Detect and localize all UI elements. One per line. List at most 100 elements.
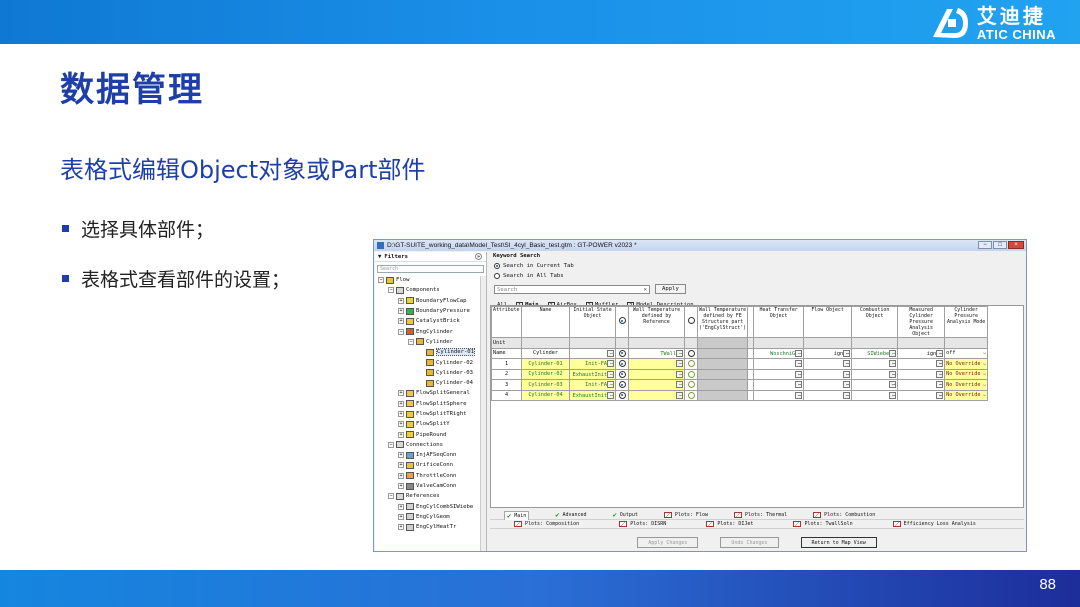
chevron-down-icon[interactable]: ⌵: [983, 361, 986, 367]
browse-button[interactable]: …: [607, 370, 614, 378]
tree-item[interactable]: + CatalystBrick: [375, 316, 486, 326]
radio-cell[interactable]: [684, 368, 698, 380]
return-to-map-button[interactable]: Return to Map View: [800, 536, 877, 548]
expand-icon[interactable]: +: [398, 524, 404, 531]
browse-button[interactable]: …: [795, 360, 803, 368]
browse-button[interactable]: …: [889, 349, 897, 357]
undo-changes-button[interactable]: Undo Changes: [720, 536, 779, 548]
browse-button[interactable]: …: [676, 370, 683, 378]
measured-pressure-cell[interactable]: …: [897, 389, 946, 401]
wall-temp-cell[interactable]: …: [628, 389, 685, 401]
tree-item[interactable]: + FlowSplitY: [375, 419, 486, 429]
tree-item[interactable]: + EngCylHeatTr: [375, 522, 486, 532]
browse-button[interactable]: …: [607, 381, 614, 389]
flow-object-cell[interactable]: …: [803, 358, 853, 370]
tree-search-input[interactable]: Search: [377, 265, 484, 273]
browse-button[interactable]: …: [676, 360, 683, 368]
radio-icon[interactable]: [687, 391, 695, 399]
minimize-button[interactable]: −: [978, 241, 992, 249]
chevron-down-icon[interactable]: ⌵: [983, 382, 986, 388]
folder-tab-main[interactable]: ✔ Main: [504, 510, 530, 520]
tree-item[interactable]: + ValveCamConn: [375, 481, 486, 491]
expand-icon[interactable]: +: [398, 400, 404, 407]
measured-pressure-cell[interactable]: ign…: [897, 347, 946, 359]
expand-icon[interactable]: +: [398, 411, 404, 417]
expand-icon[interactable]: +: [398, 390, 404, 397]
folder-tab-plots-disrn[interactable]: Plots: DISRN: [619, 521, 666, 527]
radio-icon[interactable]: [687, 381, 695, 389]
folder-tab-advanced[interactable]: ✔ Advanced: [555, 511, 586, 519]
browse-button[interactable]: …: [676, 391, 683, 399]
browse-button[interactable]: …: [607, 349, 614, 357]
tree-item[interactable]: + FlowSplitTRight: [375, 409, 486, 419]
tree-item[interactable]: + FlowSplitGeneral: [375, 388, 486, 398]
folder-tab-plots-thermal[interactable]: Plots: Thermal: [733, 512, 787, 518]
browse-button[interactable]: …: [795, 381, 803, 389]
measured-pressure-cell[interactable]: …: [897, 358, 946, 370]
tree-item[interactable]: Cylinder-04: [375, 378, 486, 388]
tree-item[interactable]: + EngCylCombSIWiebe: [375, 502, 486, 512]
browse-button[interactable]: …: [843, 391, 851, 399]
browse-button[interactable]: …: [843, 360, 851, 368]
tree-item[interactable]: − Cylinder: [375, 337, 486, 347]
radio-cell[interactable]: [615, 389, 629, 401]
measured-pressure-cell[interactable]: …: [897, 379, 946, 391]
collapse-chevron-icon[interactable]: »: [475, 253, 482, 260]
browse-button[interactable]: …: [843, 370, 851, 378]
browse-button[interactable]: …: [936, 370, 944, 378]
expand-icon[interactable]: +: [398, 483, 404, 490]
browse-button[interactable]: …: [676, 381, 683, 389]
tree-item[interactable]: Cylinder-02: [375, 357, 486, 367]
chevron-down-icon[interactable]: ⌵: [983, 371, 986, 377]
browse-button[interactable]: …: [843, 349, 851, 357]
radio-cell[interactable]: [684, 389, 698, 401]
name-cell[interactable]: Cylinder: [521, 347, 570, 359]
browse-button[interactable]: …: [936, 360, 944, 368]
pressure-mode-select[interactable]: off ⌵: [944, 347, 989, 359]
expand-icon[interactable]: +: [398, 431, 404, 438]
expand-icon[interactable]: +: [398, 297, 404, 304]
combustion-cell[interactable]: …: [851, 358, 899, 370]
tree-item[interactable]: + OrificeConn: [375, 460, 486, 470]
browse-button[interactable]: …: [795, 391, 803, 399]
tree-item[interactable]: + PipeRound: [375, 429, 486, 439]
browse-button[interactable]: …: [889, 381, 897, 389]
collapse-icon[interactable]: −: [388, 287, 394, 294]
expand-icon[interactable]: +: [398, 472, 404, 479]
expand-icon[interactable]: +: [398, 308, 404, 315]
part-name-cell[interactable]: Cylinder-02: [521, 368, 570, 380]
wall-temp-cell[interactable]: …: [628, 358, 685, 370]
init-state-cell[interactable]: Init-FA…: [569, 358, 616, 370]
wall-temp-cell[interactable]: TWall…: [628, 347, 685, 359]
folder-tab-output[interactable]: ✔ Output: [613, 511, 638, 519]
radio-selected-icon[interactable]: [494, 263, 500, 269]
browse-button[interactable]: …: [936, 349, 944, 357]
radio-cell[interactable]: [684, 358, 698, 370]
expand-icon[interactable]: +: [398, 318, 404, 325]
init-state-cell[interactable]: Init-FA…: [569, 379, 616, 391]
heat-transfer-cell[interactable]: WoschniG…: [753, 347, 805, 359]
tree-item[interactable]: + BoundaryFlowCap: [375, 296, 486, 306]
tree-item[interactable]: − Connections: [375, 440, 486, 450]
collapse-icon[interactable]: −: [378, 277, 384, 284]
combustion-cell[interactable]: …: [851, 368, 899, 380]
heat-transfer-cell[interactable]: …: [753, 389, 805, 401]
browse-button[interactable]: …: [889, 360, 897, 368]
flow-object-cell[interactable]: …: [803, 379, 853, 391]
combustion-cell[interactable]: …: [851, 379, 899, 391]
tree-item[interactable]: − EngCylinder: [375, 326, 486, 336]
search-current-tab-option[interactable]: Search in Current Tab: [490, 261, 1026, 271]
radio-selected-icon[interactable]: [618, 317, 626, 324]
browse-button[interactable]: …: [795, 349, 803, 357]
radio-selected-icon[interactable]: [618, 360, 626, 368]
collapse-icon[interactable]: −: [398, 328, 404, 335]
tree-item[interactable]: − Components: [375, 285, 486, 295]
browse-button[interactable]: …: [936, 391, 944, 399]
expand-icon[interactable]: +: [398, 421, 404, 428]
flow-object-cell[interactable]: ign…: [803, 347, 853, 359]
expand-icon[interactable]: +: [398, 452, 404, 459]
heat-transfer-cell[interactable]: …: [753, 379, 805, 391]
tree-item[interactable]: Cylinder-01: [375, 347, 486, 357]
tree-item[interactable]: + BoundaryPressure: [375, 306, 486, 316]
maximize-button[interactable]: □: [993, 241, 1007, 249]
